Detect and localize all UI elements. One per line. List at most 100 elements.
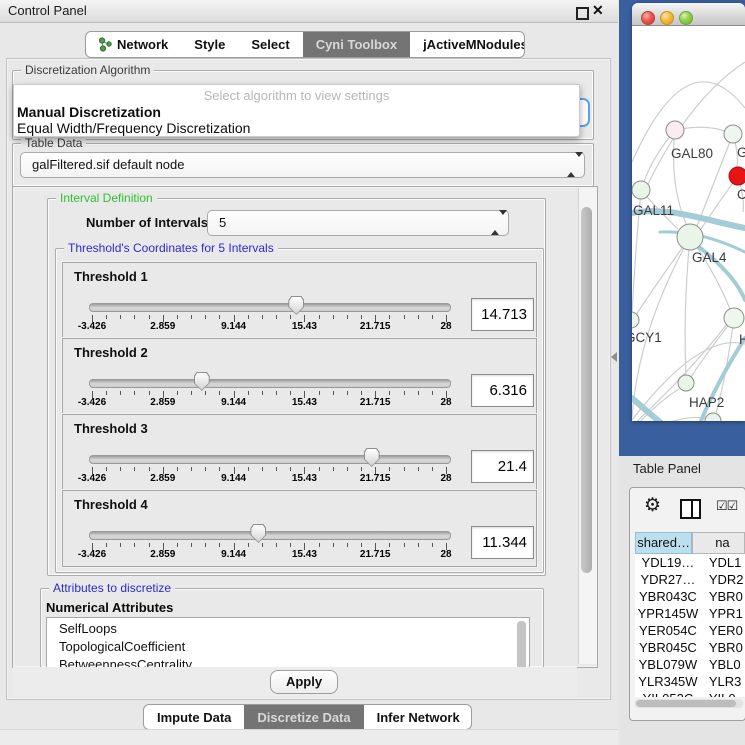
gear-icon[interactable]: ⚙ (644, 494, 661, 517)
table-cell: YIL052C (635, 690, 701, 697)
slider-tick (106, 467, 107, 471)
minimize-traffic-light-icon[interactable] (660, 11, 674, 25)
network-node-GCY1[interactable] (632, 312, 639, 328)
tab-network[interactable]: Network (86, 32, 181, 57)
table-row[interactable]: YDL19…YDL1 (635, 554, 745, 571)
table-cell: YDR27… (635, 571, 701, 588)
threshold-slider-thumb[interactable] (250, 524, 266, 543)
slider-tick (276, 467, 277, 471)
threshold-slider-thumb[interactable] (288, 296, 304, 315)
network-node-C[interactable] (729, 167, 745, 185)
bottom-tab-impute-data[interactable]: Impute Data (144, 705, 244, 729)
bottom-tab-discretize-data[interactable]: Discretize Data (244, 705, 363, 729)
tab-jactivemnodules[interactable]: jActiveMNodules (410, 32, 525, 57)
table-row[interactable]: YPR145WYPR1 (635, 605, 745, 622)
table-cell: YIL0 (701, 690, 745, 697)
network-edge-thick[interactable] (632, 398, 670, 421)
slider-tick-label: 15.43 (274, 549, 334, 560)
table-row[interactable]: YLR345WYLR3 (635, 673, 745, 690)
number-of-intervals-combo[interactable]: 5 (207, 210, 509, 236)
network-node-HAP2[interactable] (678, 375, 694, 391)
slider-tick (319, 467, 320, 471)
table-column-header-2[interactable]: na (692, 532, 745, 554)
threshold-value-field[interactable]: 14.713 (471, 298, 534, 331)
threshold-value-field[interactable]: 21.4 (471, 450, 534, 483)
algorithm-option-1[interactable]: Manual Discretization (17, 104, 161, 120)
slider-tick (418, 467, 419, 471)
network-edge[interactable] (685, 237, 690, 375)
threshold-slider-track[interactable] (89, 379, 451, 388)
slider-tick (290, 391, 291, 395)
slider-tick (418, 391, 419, 395)
slider-tick (361, 467, 362, 471)
close-icon[interactable]: ✕ (592, 2, 604, 19)
threshold-slider-thumb[interactable] (194, 372, 210, 391)
attribute-item[interactable]: SelfLoops (59, 621, 117, 639)
table-row[interactable]: YDR27…YDR2 (635, 571, 745, 588)
zoom-traffic-light-icon[interactable] (679, 11, 693, 25)
slider-tick-label: 28 (416, 549, 476, 560)
bottom-tab-infer-network[interactable]: Infer Network (364, 705, 472, 729)
horizontal-scrollbar-thumb[interactable] (636, 700, 736, 707)
horizontal-scrollbar-track[interactable] (635, 699, 743, 708)
slider-tick (120, 391, 121, 395)
threshold-value-field[interactable]: 11.344 (471, 526, 534, 559)
table-header-row: shared…na (635, 532, 745, 554)
table-data-combo[interactable]: galFiltered.sif default node (20, 152, 585, 178)
split-pane-collapse-icon[interactable] (611, 352, 617, 362)
slider-tick (389, 391, 390, 395)
slider-tick (219, 543, 220, 547)
slider-tick (205, 543, 206, 547)
network-edge[interactable] (648, 62, 745, 184)
slider-tick-label: 2.859 (133, 549, 193, 560)
close-traffic-light-icon[interactable] (641, 11, 655, 25)
checkbox-columns-icon[interactable]: ☑☑ (716, 498, 737, 514)
table-row[interactable]: YBR045CYBR0 (635, 639, 745, 656)
network-node-GAL11[interactable] (632, 181, 650, 199)
apply-button[interactable]: Apply (270, 670, 338, 694)
slider-tick-label: 21.715 (345, 549, 405, 560)
network-node-G[interactable] (724, 125, 742, 143)
network-edge[interactable] (632, 237, 690, 418)
tab-select[interactable]: Select (238, 32, 302, 57)
table-row[interactable]: YBL079WYBL0 (635, 656, 745, 673)
network-node-GAL80[interactable] (666, 121, 684, 139)
numerical-attributes-list[interactable]: SelfLoopsTopologicalCoefficientBetweenne… (46, 617, 530, 668)
table-column-header-1[interactable]: shared… (635, 532, 692, 554)
network-node-H[interactable] (724, 308, 744, 328)
slider-tick (290, 315, 291, 319)
network-edge[interactable] (636, 237, 690, 315)
table-cell: YDL1 (701, 554, 745, 571)
threshold-slider-thumb[interactable] (364, 448, 380, 467)
table-cell: YBR0 (701, 639, 745, 656)
slider-tick (432, 543, 433, 547)
slider-tick (191, 543, 192, 547)
list-scrollbar-thumb[interactable] (517, 621, 526, 668)
network-node-label: G. (737, 145, 745, 160)
network-window-titlebar[interactable] (632, 3, 745, 26)
vertical-scrollbar-thumb[interactable] (581, 207, 592, 573)
threshold-value-field[interactable]: 6.316 (471, 374, 534, 407)
algorithm-popup-hint: Select algorithm to view settings (14, 88, 579, 103)
split-columns-icon[interactable] (680, 499, 701, 519)
network-node[interactable] (705, 413, 721, 421)
float-window-icon[interactable] (576, 7, 589, 20)
slider-tick (347, 543, 348, 547)
slider-tick (106, 543, 107, 547)
tab-label: Style (194, 37, 225, 52)
tab-cyni-toolbox[interactable]: Cyni Toolbox (303, 32, 410, 57)
tab-style[interactable]: Style (181, 32, 238, 57)
slider-tick (361, 391, 362, 395)
table-row[interactable]: YER054CYER0 (635, 622, 745, 639)
network-canvas[interactable]: GAL80G.CGAL11GAL4GCY1HHAP2 (632, 25, 745, 421)
slider-tick (120, 543, 121, 547)
network-node-GAL4[interactable] (677, 224, 703, 250)
attribute-item[interactable]: TopologicalCoefficient (59, 639, 185, 657)
threshold-slider-track[interactable] (89, 455, 451, 464)
algorithm-option-2[interactable]: Equal Width/Frequency Discretization (17, 120, 250, 136)
table-row[interactable]: YBR043CYBR0 (635, 588, 745, 605)
threshold-slider-track[interactable] (89, 531, 451, 540)
threshold-slider-track[interactable] (89, 303, 451, 312)
table-row[interactable]: YIL052CYIL0 (635, 690, 745, 697)
slider-tick-label: -3.426 (62, 321, 122, 332)
